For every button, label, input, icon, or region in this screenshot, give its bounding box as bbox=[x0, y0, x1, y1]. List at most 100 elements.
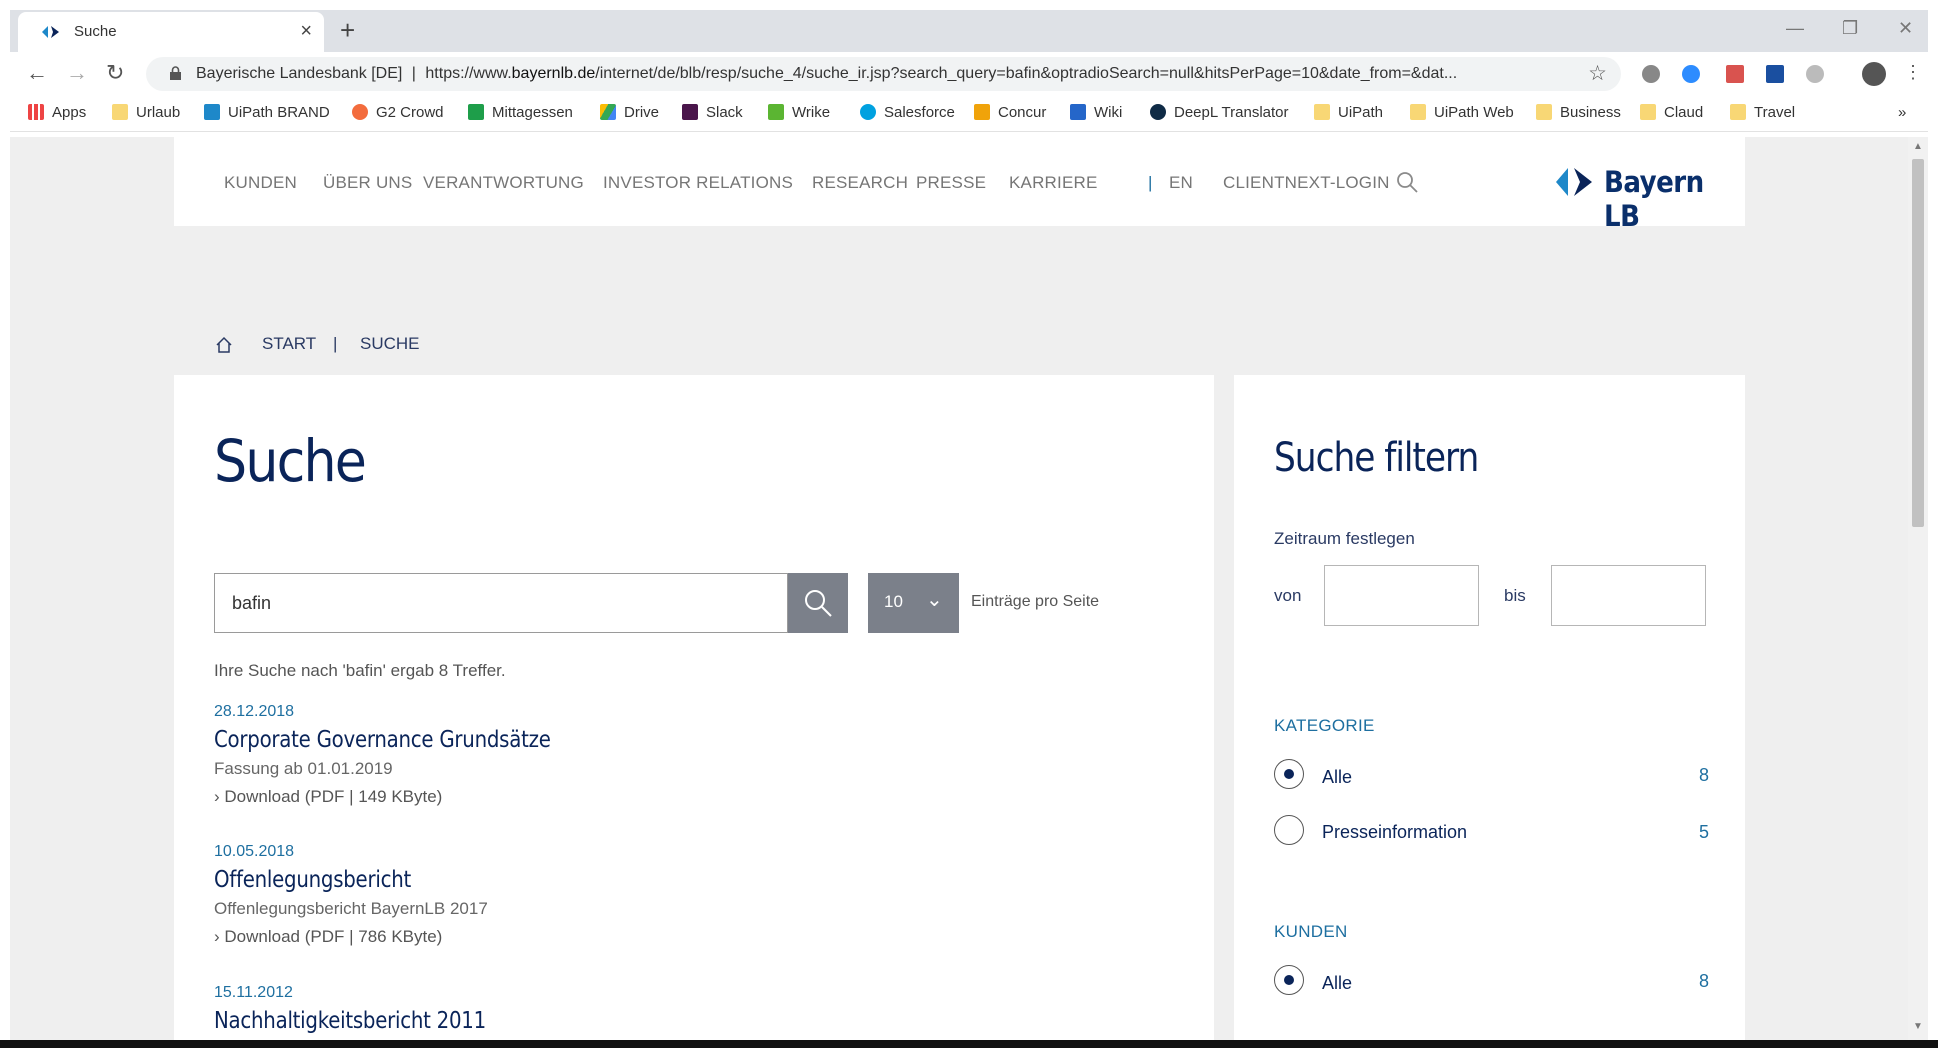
concur-icon bbox=[974, 104, 990, 120]
period-label: Zeitraum festlegen bbox=[1274, 529, 1415, 548]
browser-tab-strip: Suche × + — ❐ ✕ bbox=[10, 10, 1928, 52]
bookmark-uipath-web[interactable]: UiPath Web bbox=[1410, 104, 1514, 121]
bookmark-business[interactable]: Business bbox=[1536, 104, 1621, 121]
lock-icon bbox=[170, 66, 181, 80]
result-download-link[interactable]: › Download (PDF | 786 KByte) bbox=[214, 927, 488, 947]
folder-icon bbox=[112, 104, 128, 120]
radio-label[interactable]: Presseinformation bbox=[1322, 822, 1467, 843]
radio-kunden-alle[interactable] bbox=[1274, 965, 1304, 995]
bayernlb-logo-icon[interactable] bbox=[1556, 164, 1596, 200]
uipath-extension-icon[interactable] bbox=[1766, 65, 1784, 83]
window-close-icon[interactable]: ✕ bbox=[1898, 18, 1913, 39]
bookmark-apps[interactable]: Apps bbox=[28, 104, 86, 121]
result-date: 10.05.2018 bbox=[214, 843, 295, 860]
radio-label[interactable]: Alle bbox=[1322, 973, 1352, 994]
search-icon[interactable] bbox=[1396, 171, 1418, 193]
result-description: Fassung ab 01.01.2019 bbox=[214, 759, 393, 778]
result-item: 28.12.2018 Corporate Governance Grundsät… bbox=[214, 703, 605, 807]
nav-clientnext-login[interactable]: CLIENTNEXT-LOGIN bbox=[1223, 173, 1390, 193]
nav-separator: | bbox=[1148, 173, 1153, 192]
scroll-down-icon[interactable]: ▼ bbox=[1913, 1021, 1923, 1032]
result-description: Offenlegungsbericht BayernLB 2017 bbox=[214, 899, 488, 918]
bookmark-wiki[interactable]: Wiki bbox=[1070, 104, 1122, 121]
bookmark-g2-crowd[interactable]: G2 Crowd bbox=[352, 104, 444, 121]
filter-count: 8 bbox=[1699, 971, 1710, 991]
from-label: von bbox=[1274, 586, 1302, 605]
bookmark-wrike[interactable]: Wrike bbox=[768, 104, 830, 121]
breadcrumb-separator: | bbox=[333, 334, 338, 353]
per-page-value: 10 bbox=[884, 592, 903, 611]
per-page-select[interactable]: 10 ⌄ bbox=[868, 573, 959, 633]
radio-label[interactable]: Alle bbox=[1322, 767, 1352, 788]
close-tab-icon[interactable]: × bbox=[300, 20, 312, 42]
folder-icon bbox=[1410, 104, 1426, 120]
date-from-input[interactable] bbox=[1324, 565, 1479, 626]
nav-kunden[interactable]: KUNDEN bbox=[224, 173, 297, 193]
deepl-icon bbox=[1150, 104, 1166, 120]
bookmark-travel[interactable]: Travel bbox=[1730, 104, 1795, 121]
filter-group-title-kategorie: KATEGORIE bbox=[1274, 716, 1375, 735]
nav-investor-relations[interactable]: INVESTOR RELATIONS bbox=[603, 173, 793, 193]
url-text: Bayerische Landesbank [DE] | https://www… bbox=[196, 65, 1458, 82]
result-download-link[interactable]: › Download (PDF | 149 KByte) bbox=[214, 787, 605, 807]
bookmark-uipath-brand[interactable]: UiPath BRAND bbox=[204, 104, 330, 121]
radio-kategorie-alle[interactable] bbox=[1274, 759, 1304, 789]
bookmark-uipath[interactable]: UiPath bbox=[1314, 104, 1383, 121]
date-to-input[interactable] bbox=[1551, 565, 1706, 626]
folder-icon bbox=[1314, 104, 1330, 120]
extension-icon[interactable] bbox=[1642, 65, 1660, 83]
bookmark-slack[interactable]: Slack bbox=[682, 104, 743, 121]
result-title-link[interactable]: Corporate Governance Grundsätze bbox=[214, 727, 551, 753]
bookmark-star-icon[interactable]: ☆ bbox=[1588, 61, 1607, 86]
bookmark-concur[interactable]: Concur bbox=[974, 104, 1046, 121]
address-bar[interactable]: Bayerische Landesbank [DE] | https://www… bbox=[146, 57, 1621, 91]
bookmark-claud[interactable]: Claud bbox=[1640, 104, 1703, 121]
more-bookmarks-icon[interactable]: » bbox=[1898, 104, 1906, 121]
filter-count: 5 bbox=[1699, 822, 1710, 842]
nav-lang-en[interactable]: EN bbox=[1169, 173, 1193, 193]
menu-kebab-icon[interactable]: ⋮ bbox=[1904, 62, 1922, 83]
folder-icon bbox=[1640, 104, 1656, 120]
chevron-down-icon: ⌄ bbox=[926, 589, 943, 611]
home-icon[interactable] bbox=[215, 336, 233, 354]
nav-research[interactable]: RESEARCH bbox=[812, 173, 908, 193]
result-title-link[interactable]: Offenlegungsbericht bbox=[214, 867, 449, 893]
bookmark-mittagessen[interactable]: Mittagessen bbox=[468, 104, 573, 121]
bookmark-drive[interactable]: Drive bbox=[600, 104, 659, 121]
bookmarks-bar: Apps Urlaub UiPath BRAND G2 Crowd Mittag… bbox=[10, 96, 1928, 132]
zoom-extension-icon[interactable] bbox=[1682, 65, 1700, 83]
nav-verantwortung[interactable]: VERANTWORTUNG bbox=[423, 173, 584, 193]
scrollbar-thumb[interactable] bbox=[1912, 159, 1924, 527]
drive-icon bbox=[600, 104, 616, 120]
radio-kategorie-presseinformation[interactable] bbox=[1274, 815, 1304, 845]
pdf-extension-icon[interactable] bbox=[1726, 65, 1744, 83]
scroll-up-icon[interactable]: ▲ bbox=[1913, 141, 1923, 152]
filter-group-title-kunden: KUNDEN bbox=[1274, 922, 1348, 941]
restore-icon[interactable]: ❐ bbox=[1842, 18, 1858, 39]
nav-presse[interactable]: PRESSE bbox=[916, 173, 986, 193]
reload-icon[interactable]: ↻ bbox=[106, 60, 124, 86]
browser-tab[interactable]: Suche × bbox=[18, 12, 324, 52]
new-tab-button[interactable]: + bbox=[340, 16, 355, 44]
back-icon[interactable]: ← bbox=[26, 60, 48, 86]
taskbar-strip bbox=[0, 1040, 1938, 1048]
bookmark-salesforce[interactable]: Salesforce bbox=[860, 104, 955, 121]
magnifier-icon bbox=[805, 590, 832, 617]
nav-karriere[interactable]: KARRIERE bbox=[1009, 173, 1098, 193]
search-input[interactable]: bafin bbox=[214, 573, 788, 633]
tab-title: Suche bbox=[74, 23, 117, 40]
minimize-icon[interactable]: — bbox=[1786, 18, 1804, 39]
profile-avatar[interactable] bbox=[1862, 62, 1886, 86]
forward-icon[interactable]: → bbox=[66, 60, 88, 86]
result-title-link[interactable]: Nachhaltigkeitsbericht 2011 bbox=[214, 1008, 486, 1034]
bayernlb-logo-text[interactable]: Bayern LB bbox=[1604, 165, 1745, 233]
search-submit-button[interactable] bbox=[788, 573, 848, 633]
bookmark-urlaub[interactable]: Urlaub bbox=[112, 104, 180, 121]
folder-icon bbox=[1536, 104, 1552, 120]
page-scrollbar[interactable]: ▲ ▼ bbox=[1908, 137, 1928, 1040]
breadcrumb-start[interactable]: START bbox=[262, 334, 316, 354]
bookmark-deepl[interactable]: DeepL Translator bbox=[1150, 104, 1289, 121]
nav-ueber-uns[interactable]: ÜBER UNS bbox=[323, 173, 412, 193]
result-item: 10.05.2018 Offenlegungsbericht Offenlegu… bbox=[214, 843, 488, 947]
cloud-extension-icon[interactable] bbox=[1806, 65, 1824, 83]
